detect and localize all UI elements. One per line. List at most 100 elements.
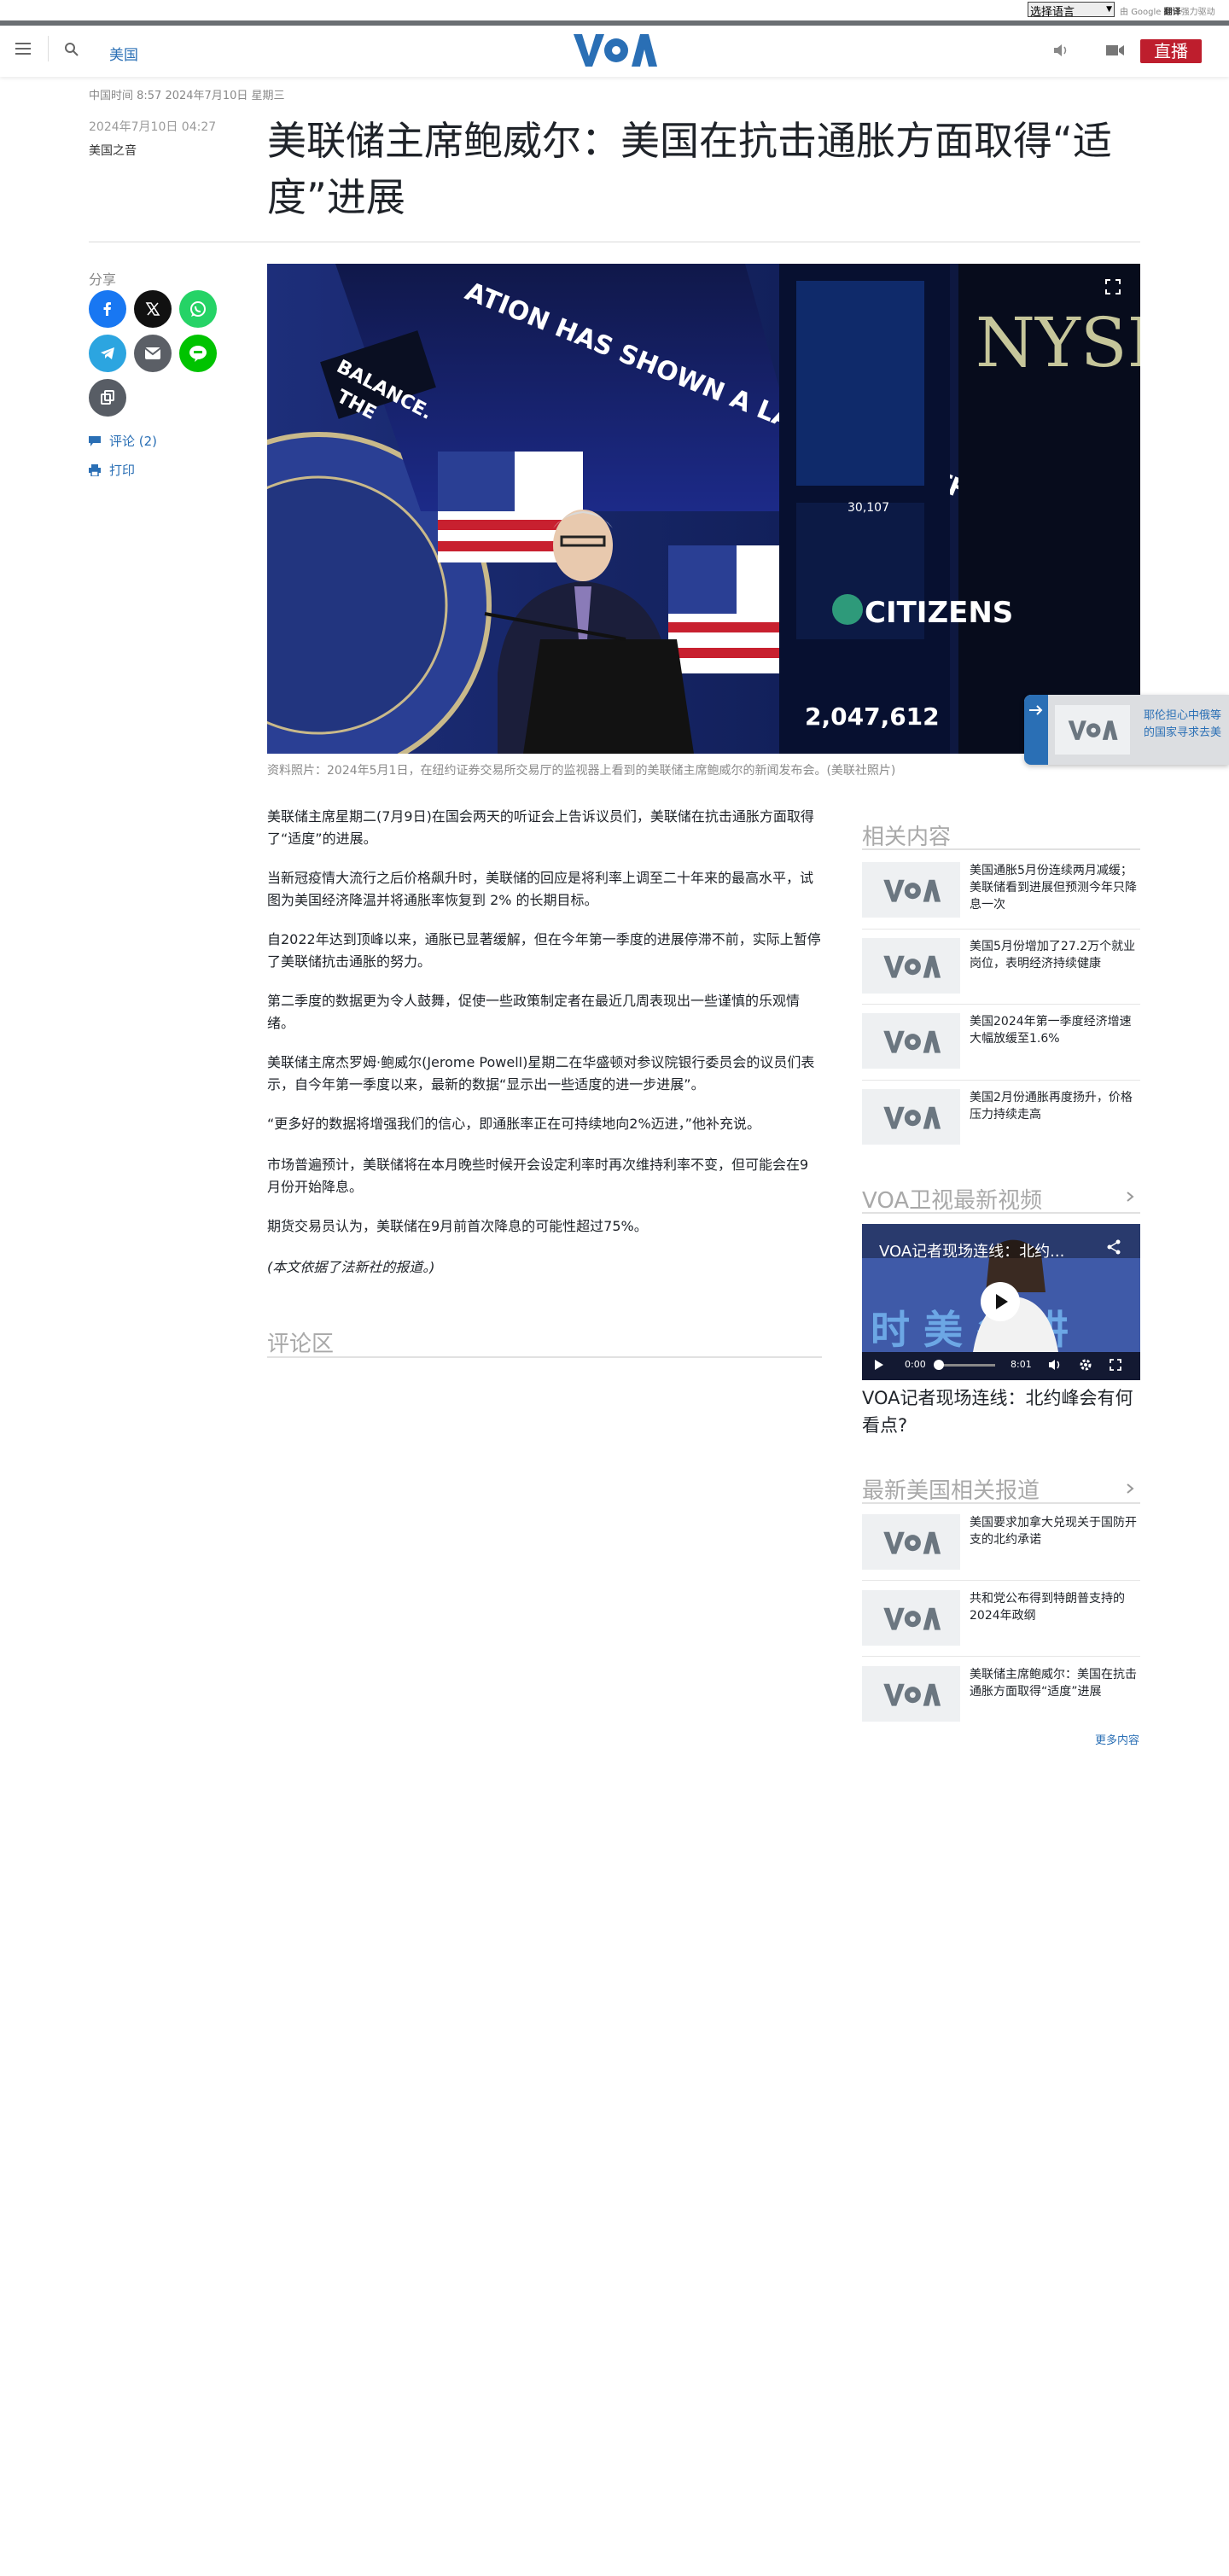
volume-icon[interactable] [1048, 1359, 1062, 1371]
share-icon[interactable] [1106, 1239, 1121, 1255]
hero-flag-right [668, 545, 788, 673]
fullscreen-icon[interactable] [1104, 278, 1121, 295]
article-paragraph: 美联储主席星期二(7月9日)在国会两天的听证会上告诉议员们，美联储在抗击通胀方面… [267, 808, 814, 847]
videos-header[interactable]: VOA卫视最新视频 [862, 1183, 1042, 1215]
related-item-title[interactable]: 美国2月份通胀再度扬升，价格压力持续走高 [970, 1089, 1140, 1123]
latest-separator [862, 1656, 1140, 1657]
powered-by-prefix: 由 [1120, 8, 1128, 17]
video-progress-track[interactable] [935, 1364, 995, 1367]
video-title-overlay: VOA记者现场连线：北约... [879, 1243, 1065, 1261]
related-thumb[interactable] [862, 938, 960, 994]
share-line-button[interactable] [179, 335, 217, 372]
related-thumb[interactable] [862, 862, 960, 918]
related-separator [862, 1004, 1140, 1005]
video-caption[interactable]: VOA记者现场连线：北约峰会有何看点? [862, 1384, 1140, 1439]
float-arrow-button[interactable] [1024, 695, 1048, 765]
telegram-icon [101, 347, 114, 359]
related-separator [862, 929, 1140, 930]
page-title: 美联储主席鲍威尔：美国在抗击通胀方面取得“适度”进展 [267, 118, 1112, 220]
float-title: 耶伦担心中俄等 的国家寻求去美 [1144, 708, 1229, 742]
share-facebook-button[interactable] [89, 290, 126, 328]
latest-item-title[interactable]: 共和党公布得到特朗普支持的2024年政纲 [970, 1590, 1140, 1624]
menu-icon[interactable] [15, 43, 31, 55]
video-time-current: 0:00 [905, 1359, 926, 1370]
play-icon[interactable] [874, 1359, 884, 1371]
settings-icon[interactable] [1079, 1358, 1092, 1372]
chevron-right-icon[interactable] [1125, 1192, 1135, 1202]
section-link-us[interactable]: 美国 [109, 43, 138, 64]
video-camera-icon[interactable] [1106, 44, 1125, 56]
hero-value-text: 2,047,612 [805, 702, 940, 731]
hero-image[interactable]: ATION HAS SHOWN A LACK OF FURTHER PROGRE… [267, 264, 1140, 754]
related-item-title[interactable]: 美国5月份增加了27.2万个就业岗位，表明经济持续健康 [970, 938, 1140, 972]
latest-item-title[interactable]: 美国要求加拿大兑现关于国防开支的北约承诺 [970, 1514, 1140, 1548]
latest-separator [862, 1580, 1140, 1581]
print-icon [89, 463, 101, 476]
share-email-button[interactable] [134, 335, 172, 372]
line-icon [189, 346, 207, 362]
article-paragraph: 当新冠疫情大流行之后价格飙升时，美联储的回应是将利率上调至二十年来的最高水平，试… [267, 870, 814, 908]
comments-header: 评论区 [267, 1332, 335, 1357]
copy-icon [101, 390, 114, 405]
latest-thumb[interactable] [862, 1666, 960, 1722]
author: 美国之音 [89, 144, 137, 158]
related-thumb[interactable] [862, 1089, 960, 1145]
related-item-title[interactable]: 美国通胀5月份连续两月减缓；美联储看到进展但预测今年只降息一次 [970, 862, 1140, 913]
video-progress-knob[interactable] [934, 1360, 944, 1370]
latest-thumb[interactable] [862, 1514, 960, 1570]
fullscreen-icon[interactable] [1110, 1359, 1121, 1371]
latest-us-header[interactable]: 最新美国相关报道 [862, 1473, 1040, 1505]
related-thumb[interactable] [862, 1013, 960, 1069]
video-player[interactable]: 时 美 冬 讲 VOA记者现场连线：北约... 0:00 8:01 [862, 1224, 1140, 1380]
chevron-down-icon: ▼ [1106, 5, 1112, 14]
comments-link-label: 评论 (2) [109, 434, 158, 449]
chevron-right-icon[interactable] [1125, 1483, 1135, 1494]
article-source-note: (本文依据了法新社的报道。) [267, 1259, 435, 1275]
voa-logo-icon [882, 1030, 941, 1053]
voa-logo-icon [882, 879, 941, 902]
article-paragraph: 美联储主席杰罗姆·鲍威尔(Jerome Powell)星期二在华盛顿对参议院银行… [267, 1054, 815, 1093]
float-title-line2: 的国家寻求去美 [1144, 726, 1222, 739]
videos-divider [862, 1212, 1140, 1214]
voa-logo-icon [882, 1106, 941, 1129]
voa-logo-icon [882, 955, 941, 978]
float-thumb [1055, 705, 1130, 755]
related-separator [862, 1080, 1140, 1081]
related-header: 相关内容 [862, 825, 952, 850]
floating-next-article[interactable]: 耶伦担心中俄等 的国家寻求去美 [1024, 695, 1229, 765]
voa-logo[interactable] [572, 31, 657, 68]
voa-logo-icon [1068, 720, 1118, 740]
header-divider [48, 36, 49, 61]
share-whatsapp-button[interactable] [179, 290, 217, 328]
facebook-icon [103, 302, 111, 316]
hero-nyse-text: NYSE [976, 303, 1140, 382]
comments-divider [267, 1356, 822, 1358]
image-caption: 资料照片：2024年5月1日，在纽约证券交易所交易厅的监视器上看到的美联储主席鲍… [267, 764, 896, 778]
live-button[interactable]: 直播 [1140, 39, 1202, 63]
share-x-button[interactable] [134, 290, 172, 328]
print-link[interactable]: 打印 [89, 461, 135, 479]
related-item-title[interactable]: 美国2024年第一季度经济增速大幅放缓至1.6% [970, 1013, 1140, 1047]
video-time-total: 8:01 [1011, 1359, 1032, 1370]
hero-image-illustration: ATION HAS SHOWN A LACK OF FURTHER PROGRE… [267, 264, 1140, 754]
latest-item-title[interactable]: 美联储主席鲍威尔：美国在抗击通胀方面取得“适度”进展 [970, 1666, 1140, 1700]
comments-link[interactable]: 评论 (2) [89, 432, 157, 450]
article-paragraph: 第二季度的数据更为令人鼓舞，促使一些政策制定者在最近几周表现出一些谨慎的乐观情绪… [267, 993, 801, 1031]
copy-link-button[interactable] [89, 379, 126, 417]
article-paragraph: 市场普遍预计，美联储将在本月晚些时候开会设定利率时再次维持利率不变，但可能会在9… [267, 1157, 809, 1195]
share-label: 分享 [89, 271, 117, 288]
latest-thumb[interactable] [862, 1590, 960, 1646]
article-paragraph: 期货交易员认为，美联储在9月前首次降息的可能性超过75%。 [267, 1218, 648, 1234]
search-icon[interactable] [64, 42, 79, 57]
hero-ticker-text: 30,107 [847, 501, 889, 515]
speaker-icon[interactable] [1053, 44, 1069, 57]
more-content-link[interactable]: 更多内容 [1095, 1731, 1139, 1747]
voa-logo-icon [882, 1531, 941, 1554]
site-header: 美国 直播 [0, 26, 1229, 77]
latest-us-divider [862, 1502, 1140, 1504]
language-select[interactable]: 选择语言 ▼ [1028, 2, 1115, 19]
play-icon [996, 1294, 1008, 1309]
video-play-button[interactable] [981, 1282, 1020, 1321]
share-telegram-button[interactable] [89, 335, 126, 372]
article-paragraph: 自2022年达到顶峰以来，通胀已显著缓解，但在今年第一季度的进展停滞不前，实际上… [267, 931, 821, 970]
